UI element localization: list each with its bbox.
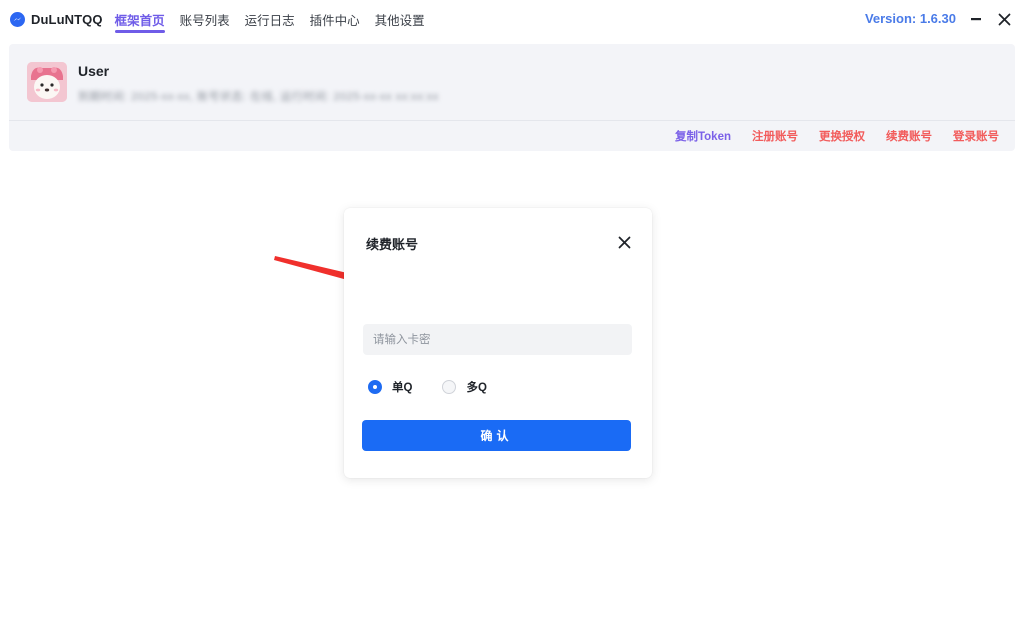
- change-auth-link[interactable]: 更换授权: [819, 128, 865, 144]
- user-meta-redacted: 到期时间: 2025-xx-xx, 账号状态: 在线, 运行时间: 2025-x…: [78, 91, 439, 103]
- radio-single-q[interactable]: 单Q: [368, 379, 412, 395]
- radio-unchecked-icon[interactable]: [442, 380, 457, 394]
- renew-dialog: 续费账号 单Q 多Q 确认: [344, 208, 652, 478]
- card-divider: [9, 120, 1015, 121]
- dialog-title: 续费账号: [366, 237, 419, 252]
- tab-label: 运行日志: [244, 13, 295, 28]
- tab-framework-home[interactable]: 框架首页: [114, 0, 165, 38]
- minimize-icon[interactable]: [966, 9, 986, 29]
- user-card: User 到期时间: 2025-xx-xx, 账号状态: 在线, 运行时间: 2…: [9, 44, 1015, 151]
- title-bar: DuLuNTQQ 框架首页 账号列表 运行日志 插件中心 其他设置 Versio…: [0, 0, 1024, 38]
- tab-plugin-center[interactable]: 插件中心: [310, 0, 360, 38]
- version-label: Version: 1.6.30: [864, 11, 956, 26]
- tab-label: 账号列表: [179, 13, 230, 28]
- radio-label: 多Q: [466, 382, 487, 394]
- tab-account-list[interactable]: 账号列表: [180, 0, 230, 38]
- tab-label: 框架首页: [114, 13, 165, 28]
- account-actions: 复制Token 注册账号 更换授权 续费账号 登录账号: [654, 128, 999, 144]
- radio-checked-icon[interactable]: [368, 380, 382, 394]
- tab-other-settings[interactable]: 其他设置: [375, 0, 425, 38]
- app-name: DuLuNTQQ: [31, 11, 103, 27]
- close-icon[interactable]: [616, 234, 632, 250]
- copy-token-link[interactable]: 复制Token: [675, 128, 731, 144]
- login-account-link[interactable]: 登录账号: [953, 128, 999, 144]
- user-info: User 到期时间: 2025-xx-xx, 账号状态: 在线, 运行时间: 2…: [9, 44, 1015, 120]
- user-name: User: [78, 63, 110, 79]
- card-key-input[interactable]: [363, 324, 632, 355]
- tab-run-log[interactable]: 运行日志: [245, 0, 295, 38]
- messenger-bolt-icon: [10, 11, 25, 27]
- avatar: [27, 62, 67, 102]
- register-account-link[interactable]: 注册账号: [752, 128, 798, 144]
- account-mode-radio-group: 单Q 多Q: [368, 379, 517, 395]
- brand: DuLuNTQQ: [10, 11, 103, 27]
- radio-label: 单Q: [392, 382, 413, 394]
- tab-label: 插件中心: [309, 13, 360, 28]
- close-icon[interactable]: [994, 9, 1014, 29]
- main-nav: 框架首页 账号列表 运行日志 插件中心 其他设置: [114, 0, 440, 38]
- confirm-button[interactable]: 确认: [362, 420, 631, 451]
- tab-label: 其他设置: [374, 13, 425, 28]
- renew-account-link[interactable]: 续费账号: [886, 128, 932, 144]
- radio-multi-q[interactable]: 多Q: [442, 379, 487, 395]
